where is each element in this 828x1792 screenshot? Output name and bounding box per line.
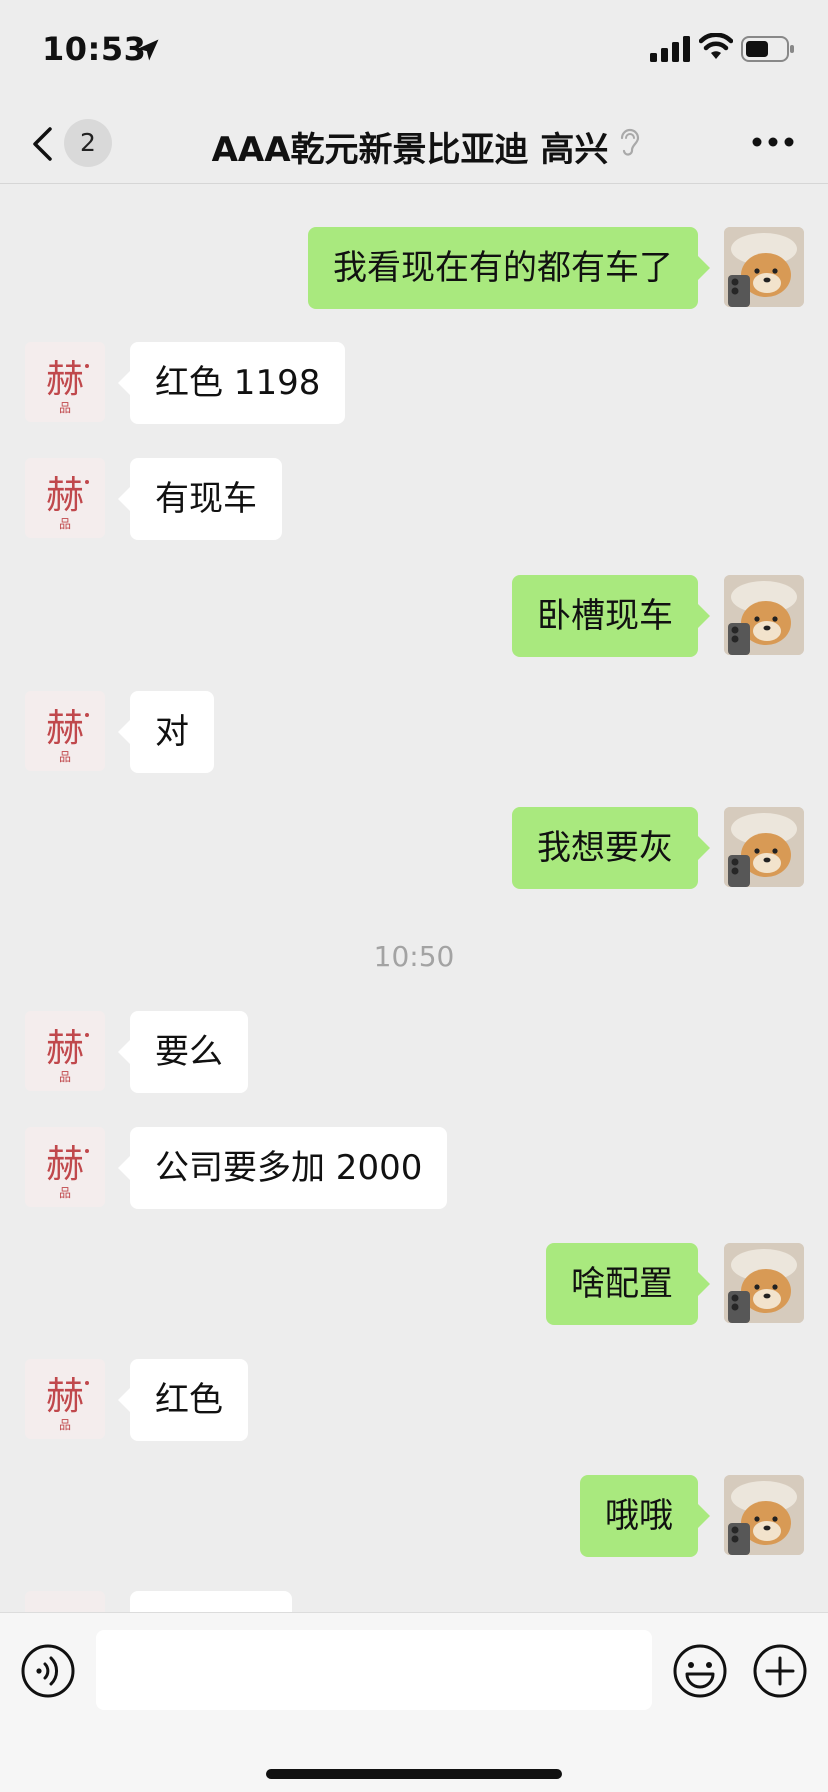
contact-avatar[interactable]: 赫品 [25, 1127, 105, 1207]
message-list[interactable]: 我看现在有的都有车了 赫品 红色 1198 赫品 有现车 卧槽现车 赫品 对 我… [0, 185, 828, 1613]
status-time: 10:53 [42, 30, 147, 68]
svg-text:赫: 赫 [46, 1374, 84, 1418]
contact-avatar[interactable]: 赫品 [25, 342, 105, 422]
contact-avatar[interactable] [25, 1591, 105, 1613]
message-bubble-partial[interactable] [130, 1591, 292, 1613]
message-bubble[interactable]: 我想要灰 [512, 807, 710, 889]
contact-avatar[interactable]: 赫品 [25, 458, 105, 538]
svg-text:赫: 赫 [46, 357, 84, 401]
message-input[interactable] [96, 1630, 652, 1710]
emoji-button[interactable] [672, 1643, 728, 1699]
back-button[interactable]: 2 [26, 118, 116, 168]
more-button[interactable] [748, 122, 798, 162]
self-avatar[interactable] [724, 575, 804, 655]
message-bubble[interactable]: 红色 [118, 1359, 248, 1441]
svg-text:赫: 赫 [46, 706, 84, 750]
self-avatar[interactable] [724, 807, 804, 887]
message-bubble[interactable]: 对 [118, 691, 214, 773]
ear-icon [620, 128, 640, 156]
svg-text:品: 品 [59, 401, 71, 415]
svg-text:品: 品 [59, 750, 71, 764]
message-bubble[interactable]: 我看现在有的都有车了 [308, 227, 710, 309]
chat-title: AAA乾元新景比亚迪 高兴 [211, 130, 609, 170]
emoji-icon [673, 1644, 727, 1698]
plus-button[interactable] [752, 1643, 808, 1699]
wifi-icon [699, 33, 733, 59]
battery-icon [741, 36, 794, 62]
self-avatar[interactable] [724, 1243, 804, 1323]
more-dots-icon [752, 137, 794, 147]
self-avatar[interactable] [724, 1475, 804, 1555]
contact-avatar[interactable]: 赫品 [25, 691, 105, 771]
input-bar [0, 1612, 828, 1792]
plus-icon [753, 1644, 807, 1698]
location-arrow-icon [137, 39, 159, 61]
chevron-left-icon [33, 127, 52, 161]
voice-button[interactable] [20, 1643, 76, 1699]
message-bubble[interactable]: 公司要多加 2000 [117, 1127, 448, 1209]
nav-bar: 2 AAA乾元新景比亚迪 高兴 [0, 100, 828, 184]
message-bubble[interactable]: 哦哦 [580, 1475, 710, 1557]
chat-timestamp: 10:50 [373, 940, 455, 973]
message-bubble[interactable]: 有现车 [118, 458, 282, 540]
svg-text:赫: 赫 [46, 1026, 84, 1070]
svg-text:赫: 赫 [46, 473, 84, 517]
status-bar: 10:53 [0, 0, 828, 100]
contact-avatar[interactable]: 赫品 [25, 1011, 105, 1091]
message-bubble[interactable]: 卧槽现车 [512, 575, 710, 657]
message-bubble[interactable]: 啥配置 [546, 1243, 710, 1325]
svg-text:品: 品 [59, 1070, 71, 1084]
cellular-signal-icon [650, 36, 690, 62]
svg-text:品: 品 [59, 1418, 71, 1432]
svg-text:赫: 赫 [46, 1142, 84, 1186]
svg-text:品: 品 [59, 1186, 71, 1200]
voice-icon [21, 1644, 75, 1698]
unread-count-badge: 2 [64, 119, 112, 167]
contact-avatar[interactable]: 赫品 [25, 1359, 105, 1439]
home-indicator [266, 1769, 562, 1779]
svg-text:品: 品 [59, 517, 71, 531]
message-bubble[interactable]: 要么 [118, 1011, 248, 1093]
self-avatar[interactable] [724, 227, 804, 307]
message-bubble[interactable]: 红色 1198 [117, 342, 346, 424]
